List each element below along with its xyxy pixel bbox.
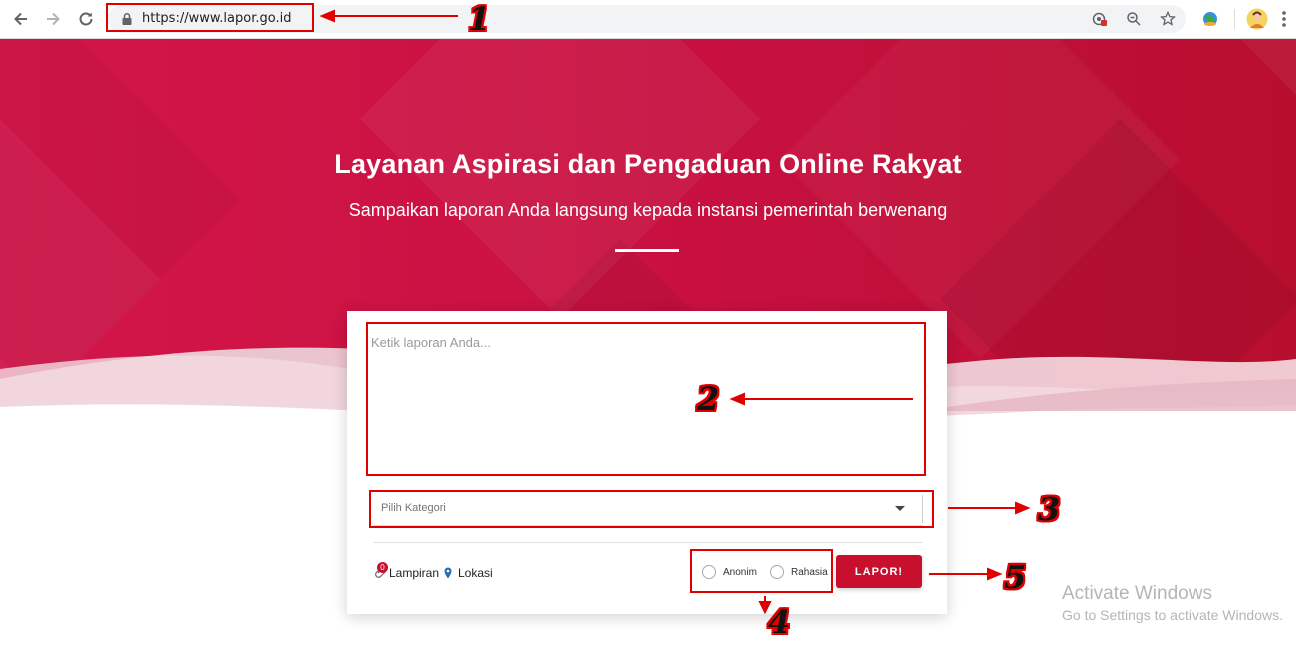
annotation-box-category (369, 490, 934, 528)
forward-arrow-icon[interactable] (42, 8, 64, 30)
attachment-button[interactable]: 0 Lampiran (375, 562, 440, 582)
blocked-tracker-icon[interactable] (1092, 11, 1108, 27)
hero-subtitle: Sampaikan laporan Anda langsung kepada i… (348, 200, 948, 220)
divider (373, 542, 923, 543)
back-arrow-icon[interactable] (10, 8, 32, 30)
attachment-count-badge: 0 (377, 562, 388, 573)
activate-windows-subtitle: Go to Settings to activate Windows. (1062, 607, 1283, 623)
activate-windows-title: Activate Windows (1062, 583, 1212, 604)
annotation-box-radio (690, 549, 833, 593)
annotation-number-3: 3 (1038, 490, 1061, 528)
annotation-box-textarea (366, 322, 926, 476)
annotation-number-1: 1 (468, 0, 491, 38)
attachment-label: Lampiran (389, 566, 440, 580)
location-button[interactable]: Lokasi (444, 564, 493, 582)
bookmark-star-icon[interactable] (1160, 11, 1176, 27)
location-label: Lokasi (458, 566, 493, 580)
paperclip-icon: 0 (375, 562, 388, 580)
hero-divider (615, 249, 679, 252)
submit-report-button[interactable]: LAPOR! (836, 555, 922, 588)
annotation-number-5: 5 (1004, 558, 1027, 596)
location-pin-icon (444, 567, 452, 579)
browser-menu-icon[interactable] (1280, 9, 1288, 29)
hero-title: Layanan Aspirasi dan Pengaduan Online Ra… (334, 149, 962, 179)
annotation-number-4: 4 (768, 603, 791, 641)
extension-globe-icon[interactable] (1200, 9, 1220, 29)
annotation-number-2: 2 (697, 380, 720, 418)
reload-icon[interactable] (75, 8, 97, 30)
zoom-icon[interactable] (1126, 11, 1142, 27)
profile-avatar-icon[interactable] (1246, 8, 1268, 30)
annotation-box-url (106, 3, 314, 32)
